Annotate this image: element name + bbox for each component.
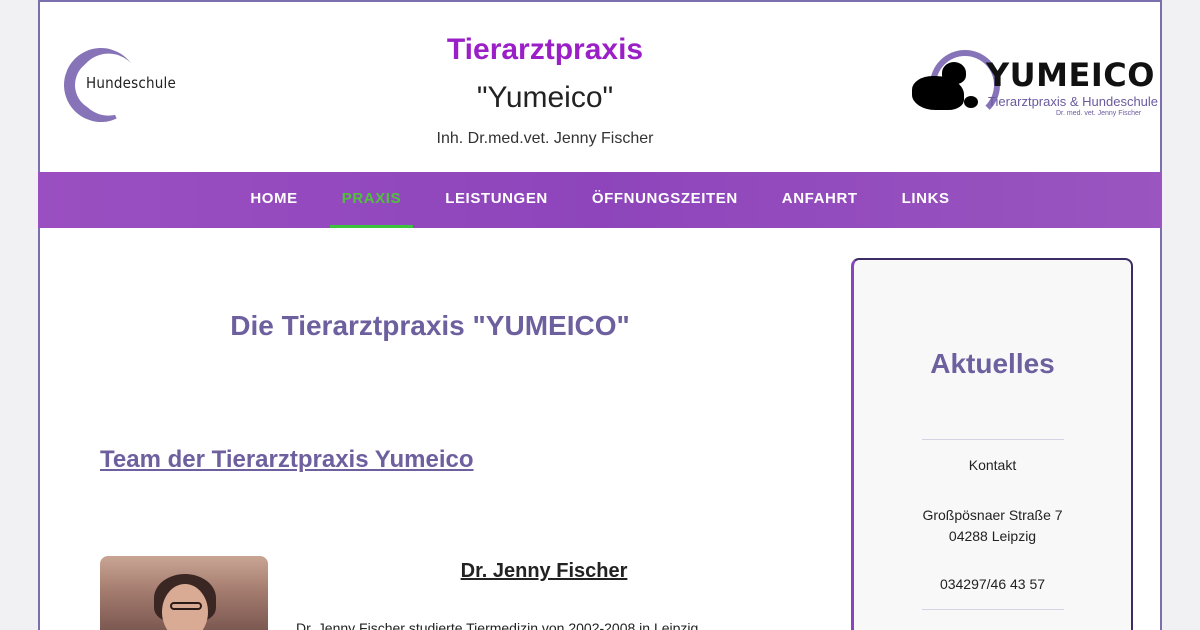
site-subtitle: "Yumeico" <box>476 81 614 114</box>
sidebar-divider <box>922 439 1064 440</box>
person-bio: Dr. Jenny Fischer studierte Tiermedizin … <box>296 620 699 630</box>
site-title-block: Tierarztpraxis "Yumeico" Inh. Dr.med.vet… <box>340 30 750 150</box>
sidebar-aktuelles: Aktuelles Kontakt Großpösnaer Straße 7 0… <box>851 258 1133 630</box>
rabbit-silhouette-icon <box>964 96 978 108</box>
yumeico-logo[interactable]: YUMEICO Tierarztpraxis & Hundeschule Dr.… <box>908 46 1158 132</box>
jenny-fischer-photo <box>100 556 268 630</box>
person-name: Dr. Jenny Fischer <box>460 560 628 582</box>
photo-glasses <box>170 602 202 610</box>
nav-leistungen[interactable]: LEISTUNGEN <box>423 172 570 228</box>
yumeico-brand-text: YUMEICO <box>986 56 1155 94</box>
team-heading-link[interactable]: Team der Tierarztpraxis Yumeico <box>100 446 474 474</box>
sidebar-phone[interactable]: 034297/46 43 57 <box>854 574 1131 595</box>
nav-oeffnungszeiten[interactable]: ÖFFNUNGSZEITEN <box>570 172 760 228</box>
yumeico-small-text: Dr. med. vet. Jenny Fischer <box>1056 110 1142 117</box>
nav-anfahrt[interactable]: ANFAHRT <box>760 172 880 228</box>
sidebar-title: Aktuelles <box>930 348 1055 379</box>
site-title: Tierarztpraxis <box>446 33 644 66</box>
sidebar-divider-2 <box>922 609 1064 610</box>
site-header: Hundeschule Tierarztpraxis "Yumeico" Inh… <box>40 2 1160 172</box>
site-owner: Inh. Dr.med.vet. Jenny Fischer <box>436 130 654 147</box>
dog-silhouette-icon <box>912 62 966 110</box>
hundeschule-logo[interactable]: Hundeschule <box>53 37 182 133</box>
nav-praxis[interactable]: PRAXIS <box>320 172 423 228</box>
page-frame: Hundeschule Tierarztpraxis "Yumeico" Inh… <box>38 0 1162 630</box>
yumeico-tagline: Tierarztpraxis & Hundeschule <box>988 94 1159 109</box>
page-title: Die Tierarztpraxis "YUMEICO" <box>230 310 630 341</box>
sidebar-contact-label: Kontakt <box>968 457 1017 473</box>
main-content: Die Tierarztpraxis "YUMEICO" Team der Ti… <box>100 228 860 630</box>
nav-home[interactable]: HOME <box>228 172 319 228</box>
nav-links[interactable]: LINKS <box>880 172 972 228</box>
main-navigation: HOME PRAXIS LEISTUNGEN ÖFFNUNGSZEITEN AN… <box>38 172 1162 228</box>
hundeschule-logo-text: Hundeschule <box>86 74 176 92</box>
sidebar-street: Großpösnaer Straße 7 <box>922 507 1063 523</box>
sidebar-city: 04288 Leipzig <box>948 528 1037 544</box>
